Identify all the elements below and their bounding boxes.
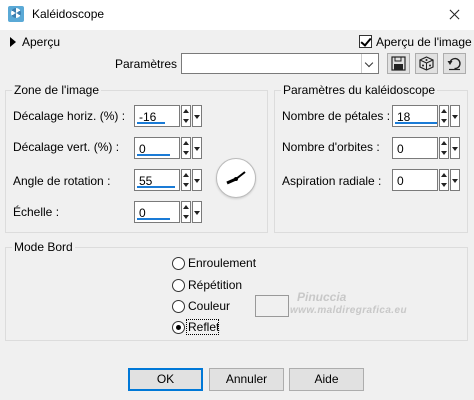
suction-input[interactable]: 0 [392, 169, 438, 191]
orbits-spinner[interactable]: 0 [392, 137, 460, 159]
petals-spinner[interactable]: 18 [392, 105, 460, 127]
suction-value: 0 [397, 174, 404, 188]
orbits-value: 0 [397, 142, 404, 156]
suction-up-down[interactable] [439, 169, 449, 191]
reset-preset-button[interactable] [443, 53, 466, 74]
vert-offset-slider-bar [137, 154, 170, 156]
presets-label: Paramètres [115, 57, 178, 71]
horiz-offset-input[interactable]: -16 [134, 105, 180, 127]
suction-spinner[interactable]: 0 [392, 169, 460, 191]
orbits-dropdown[interactable] [450, 137, 460, 159]
edge-mode-radio-reflect[interactable] [172, 321, 185, 334]
edge-mode-label-wrap: Enroulement [188, 256, 257, 270]
kaleidoscope-app-icon [8, 6, 24, 22]
suction-dropdown[interactable] [450, 169, 460, 191]
petals-dropdown[interactable] [450, 105, 460, 127]
dial-needle-icon [226, 171, 246, 185]
rotation-slider-bar [137, 186, 175, 188]
rotation-spinner[interactable]: 55 [134, 169, 202, 191]
save-preset-button[interactable] [387, 53, 410, 74]
horiz-offset-slider-bar [137, 122, 165, 124]
petals-input[interactable]: 18 [392, 105, 438, 127]
help-button[interactable]: Aide [289, 368, 364, 391]
vert-offset-up-down[interactable] [181, 137, 191, 159]
orbits-input[interactable]: 0 [392, 137, 438, 159]
preview-checkbox[interactable] [359, 35, 372, 48]
watermark-url: www.maldiregrafica.eu [290, 305, 407, 316]
rotation-input[interactable]: 55 [134, 169, 180, 191]
scale-input[interactable]: 0 [134, 201, 180, 223]
edge-mode-radio-wrap[interactable] [172, 257, 185, 270]
suction-label: Aspiration radiale : [282, 174, 382, 188]
vert-offset-input[interactable]: 0 [134, 137, 180, 159]
window-title: Kaléidoscope [32, 7, 105, 21]
horiz-offset-up-down[interactable] [181, 105, 191, 127]
vert-offset-spinner[interactable]: 0 [134, 137, 202, 159]
rotation-label: Angle de rotation : [13, 174, 111, 188]
edge-mode-label-repeat: Répétition [188, 278, 243, 292]
scale-spinner[interactable]: 0 [134, 201, 202, 223]
expand-triangle-icon [10, 37, 16, 47]
kaleidoscope-params-title: Paramètres du kaléidoscope [281, 83, 438, 97]
petals-slider-bar [395, 122, 437, 124]
scale-up-down[interactable] [181, 201, 191, 223]
vert-offset-label: Décalage vert. (%) : [13, 140, 120, 154]
petals-up-down[interactable] [439, 105, 449, 127]
rotation-dial[interactable] [216, 158, 256, 198]
watermark-name: Pinuccia [297, 290, 347, 304]
dice-icon [419, 56, 434, 71]
edge-mode-title: Mode Bord [12, 240, 75, 254]
image-zone-title: Zone de l'image [12, 83, 102, 97]
edge-mode-label-color: Couleur [188, 299, 231, 313]
scale-label: Échelle : [13, 205, 60, 219]
edge-mode-radio-color[interactable] [172, 300, 185, 313]
orbits-up-down[interactable] [439, 137, 449, 159]
preview-toggle-label: Aperçu [22, 35, 61, 49]
floppy-disk-icon [391, 56, 406, 71]
orbits-label: Nombre d'orbites : [282, 140, 380, 154]
horiz-offset-spinner[interactable]: -16 [134, 105, 202, 127]
preview-checkbox-label: Aperçu de l'image [376, 35, 472, 49]
scale-slider-bar [137, 218, 170, 220]
rotation-dropdown[interactable] [192, 169, 202, 191]
cancel-button[interactable]: Annuler [209, 368, 284, 391]
petals-label: Nombre de pétales : [282, 109, 391, 123]
preview-toggle[interactable]: Aperçu [10, 34, 60, 50]
horiz-offset-label: Décalage horiz. (%) : [13, 109, 126, 123]
vert-offset-dropdown[interactable] [192, 137, 202, 159]
edge-color-swatch[interactable] [255, 295, 289, 317]
presets-dropdown[interactable] [181, 53, 379, 74]
scale-dropdown[interactable] [192, 201, 202, 223]
edge-mode-radio-repeat[interactable] [172, 279, 185, 292]
edge-mode-label-reflect: Reflet [188, 320, 220, 334]
title-bar: Kaléidoscope [0, 0, 474, 30]
random-preset-button[interactable] [415, 53, 438, 74]
ok-button[interactable]: OK [128, 368, 203, 391]
chevron-down-icon[interactable] [361, 54, 378, 73]
close-button[interactable] [434, 0, 474, 30]
horiz-offset-dropdown[interactable] [192, 105, 202, 127]
undo-arrow-icon [447, 57, 461, 71]
rotation-up-down[interactable] [181, 169, 191, 191]
